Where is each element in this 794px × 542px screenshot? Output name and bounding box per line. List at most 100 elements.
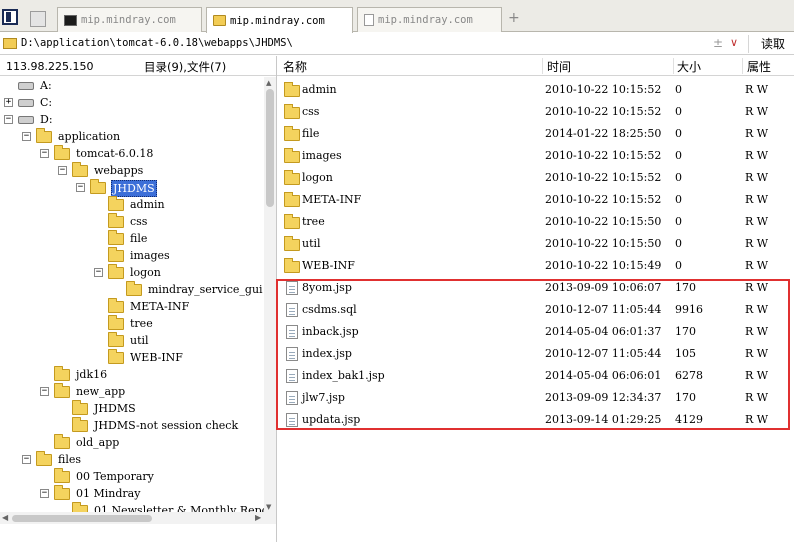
folder-icon [126, 281, 142, 296]
file-row[interactable]: WEB-INF 2010-10-22 10:15:49 0 R W [277, 255, 794, 277]
file-row[interactable]: css 2010-10-22 10:15:52 0 R W [277, 101, 794, 123]
file-row[interactable]: logon 2010-10-22 10:15:52 0 R W [277, 167, 794, 189]
tree-node-label: new_app [76, 385, 126, 398]
path-input[interactable]: D:\application\tomcat-6.0.18\webapps\JHD… [21, 37, 293, 49]
collapse-icon[interactable]: − [40, 387, 49, 396]
file-row[interactable]: util 2010-10-22 10:15:50 0 R W [277, 233, 794, 255]
file-size: 0 [675, 193, 682, 206]
folder-icon [284, 82, 300, 97]
tree-node[interactable]: − 01 Mindray [0, 485, 264, 502]
tab-label: mip.mindray.com [230, 14, 325, 27]
tab-document[interactable]: mip.mindray.com [357, 7, 502, 32]
file-attr: R W [745, 83, 769, 96]
column-divider[interactable] [673, 58, 674, 74]
collapse-icon[interactable]: − [58, 166, 67, 175]
tree-node[interactable]: − webapps [0, 162, 264, 179]
chevron-down-icon[interactable]: ∨ [730, 36, 738, 49]
column-header-time[interactable]: 时间 [547, 58, 571, 75]
tree-node[interactable]: − D: [0, 111, 264, 128]
file-size: 0 [675, 127, 682, 140]
tree-node[interactable]: images [0, 247, 264, 264]
tree-node[interactable]: JHDMS [0, 400, 264, 417]
file-attr: R W [745, 215, 769, 228]
collapse-icon[interactable]: − [4, 115, 13, 124]
folder-icon [108, 196, 124, 211]
tree-scroll-thumb[interactable] [266, 89, 274, 207]
tab-file-manager[interactable]: mip.mindray.com [206, 7, 353, 33]
tab-terminal[interactable]: mip.mindray.com [57, 7, 202, 32]
tree-node-label: webapps [94, 164, 144, 177]
column-header-name[interactable]: 名称 [283, 58, 307, 75]
expand-icon[interactable]: + [4, 98, 13, 107]
tree-node[interactable]: WEB-INF [0, 349, 264, 366]
blank-tab-icon[interactable] [30, 11, 46, 27]
terminal-icon [64, 14, 77, 26]
tree-node-label: WEB-INF [130, 351, 183, 364]
tree-node-label: util [130, 334, 149, 347]
scroll-right-icon[interactable]: ▶ [255, 513, 261, 522]
tree-node[interactable]: admin [0, 196, 264, 213]
collapse-icon[interactable]: − [94, 268, 103, 277]
tree-node[interactable]: JHDMS-not session check [0, 417, 264, 434]
column-header-size[interactable]: 大小 [677, 58, 701, 75]
file-row[interactable]: file 2014-01-22 18:25:50 0 R W [277, 123, 794, 145]
tree-node[interactable]: util [0, 332, 264, 349]
tree-node-label: tomcat-6.0.18 [76, 147, 154, 160]
tree-hscroll-thumb[interactable] [12, 515, 152, 522]
tree-node[interactable]: − new_app [0, 383, 264, 400]
scroll-left-icon[interactable]: ◀ [2, 513, 8, 522]
collapse-icon[interactable]: − [76, 183, 85, 192]
tree-node[interactable]: css [0, 213, 264, 230]
drive-icon [18, 99, 34, 107]
new-tab-button[interactable]: + [508, 10, 520, 26]
file-row[interactable]: tree 2010-10-22 10:15:50 0 R W [277, 211, 794, 233]
file-row[interactable]: META-INF 2010-10-22 10:15:52 0 R W [277, 189, 794, 211]
file-name: META-INF [302, 193, 362, 206]
tree-node-label: mindray_service_gui [148, 283, 263, 296]
file-name: admin [302, 83, 337, 96]
tree-node-label: 00 Temporary [76, 470, 154, 483]
tree-node-label: application [58, 130, 121, 143]
file-row[interactable]: admin 2010-10-22 10:15:52 0 R W [277, 79, 794, 101]
collapse-icon[interactable]: − [40, 489, 49, 498]
column-header-attr[interactable]: 属性 [747, 58, 771, 75]
tree-node[interactable]: − logon [0, 264, 264, 281]
tree-node[interactable]: − tomcat-6.0.18 [0, 145, 264, 162]
address-bar: D:\application\tomcat-6.0.18\webapps\JHD… [0, 33, 794, 55]
folder-icon [36, 451, 52, 466]
file-row[interactable]: images 2010-10-22 10:15:52 0 R W [277, 145, 794, 167]
collapse-icon[interactable]: − [40, 149, 49, 158]
tree-node[interactable]: 01 Newsletter & Monthly Repo [0, 502, 264, 512]
tab-bar: mip.mindray.com mip.mindray.com mip.mind… [0, 0, 794, 33]
collapse-icon[interactable]: − [22, 132, 31, 141]
column-divider[interactable] [742, 58, 743, 74]
tree-node-label: JHDMS-not session check [94, 419, 239, 432]
read-button[interactable]: 读取 [753, 35, 793, 53]
tree-node[interactable]: old_app [0, 434, 264, 451]
folder-icon [108, 298, 124, 313]
tree-node-label: JHDMS [94, 402, 136, 415]
file-size: 0 [675, 83, 682, 96]
tree-node[interactable]: META-INF [0, 298, 264, 315]
column-divider[interactable] [542, 58, 543, 74]
folder-icon [108, 247, 124, 262]
tree-node[interactable]: file [0, 230, 264, 247]
tree-node[interactable]: jdk16 [0, 366, 264, 383]
tree-node-label: css [130, 215, 148, 228]
tree-node[interactable]: − application [0, 128, 264, 145]
tree-node-label: admin [130, 198, 165, 211]
tree-node[interactable]: + C: [0, 94, 264, 111]
toggle-icon[interactable]: ± [713, 36, 723, 50]
tree-node[interactable]: − files [0, 451, 264, 468]
tree-node-label: A: [40, 79, 52, 92]
folder-icon [284, 148, 300, 163]
window-menu-icon[interactable] [2, 9, 18, 25]
scroll-up-icon[interactable]: ▲ [266, 79, 271, 87]
collapse-icon[interactable]: − [22, 455, 31, 464]
tree-node[interactable]: A: [0, 77, 264, 94]
tree-node[interactable]: tree [0, 315, 264, 332]
tree-node[interactable]: mindray_service_gui [0, 281, 264, 298]
scroll-down-icon[interactable]: ▼ [266, 503, 271, 511]
tree-node[interactable]: 00 Temporary [0, 468, 264, 485]
tree-node[interactable]: − JHDMS [0, 179, 264, 197]
